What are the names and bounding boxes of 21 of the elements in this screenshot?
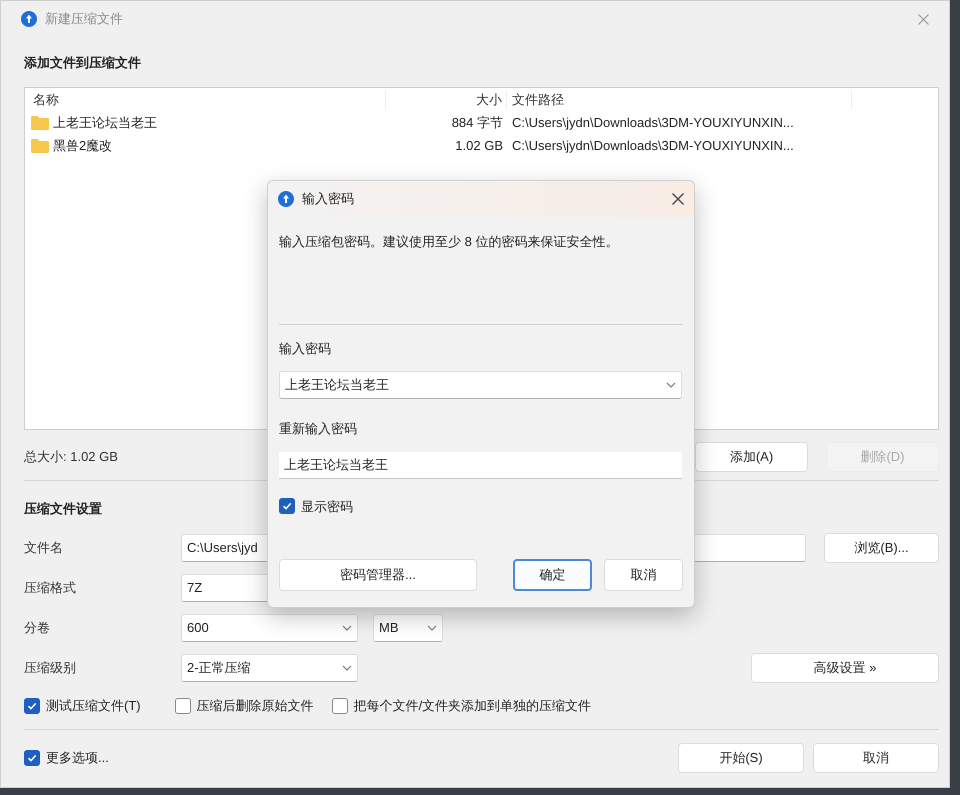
- total-size: 总大小: 1.02 GB: [24, 448, 118, 466]
- dialog-message: 输入压缩包密码。建议使用至少 8 位的密码来保证安全性。: [279, 233, 620, 251]
- checkbox-label: 更多选项...: [46, 749, 109, 768]
- field-label: 文件名: [24, 539, 64, 558]
- file-path: C:\Users\jydn\Downloads\3DM-YOUXIYUNXIN...: [511, 114, 795, 132]
- field-label: 输入密码: [279, 340, 332, 358]
- field-label: 重新输入密码: [279, 420, 358, 438]
- file-size: 884 字节: [450, 114, 504, 132]
- dialog-title: 输入密码: [302, 190, 354, 208]
- field-label: 压缩格式: [24, 579, 77, 598]
- file-path: C:\Users\jydn\Downloads\3DM-YOUXIYUNXIN...: [511, 137, 795, 156]
- checkbox-label: 测试压缩文件(T): [46, 697, 141, 716]
- file-size: 1.02 GB: [454, 137, 504, 156]
- section-heading: 添加文件到压缩文件: [24, 54, 141, 72]
- field-label: 分卷: [24, 619, 51, 638]
- window-title: 新建压缩文件: [45, 10, 123, 28]
- field-label: 压缩级别: [24, 659, 77, 678]
- checkbox-label: 把每个文件/文件夹添加到单独的压缩文件: [354, 697, 592, 716]
- checkbox-label: 压缩后删除原始文件: [196, 697, 314, 716]
- section-heading: 压缩文件设置: [24, 500, 102, 518]
- checkbox-label: 显示密码: [301, 498, 353, 516]
